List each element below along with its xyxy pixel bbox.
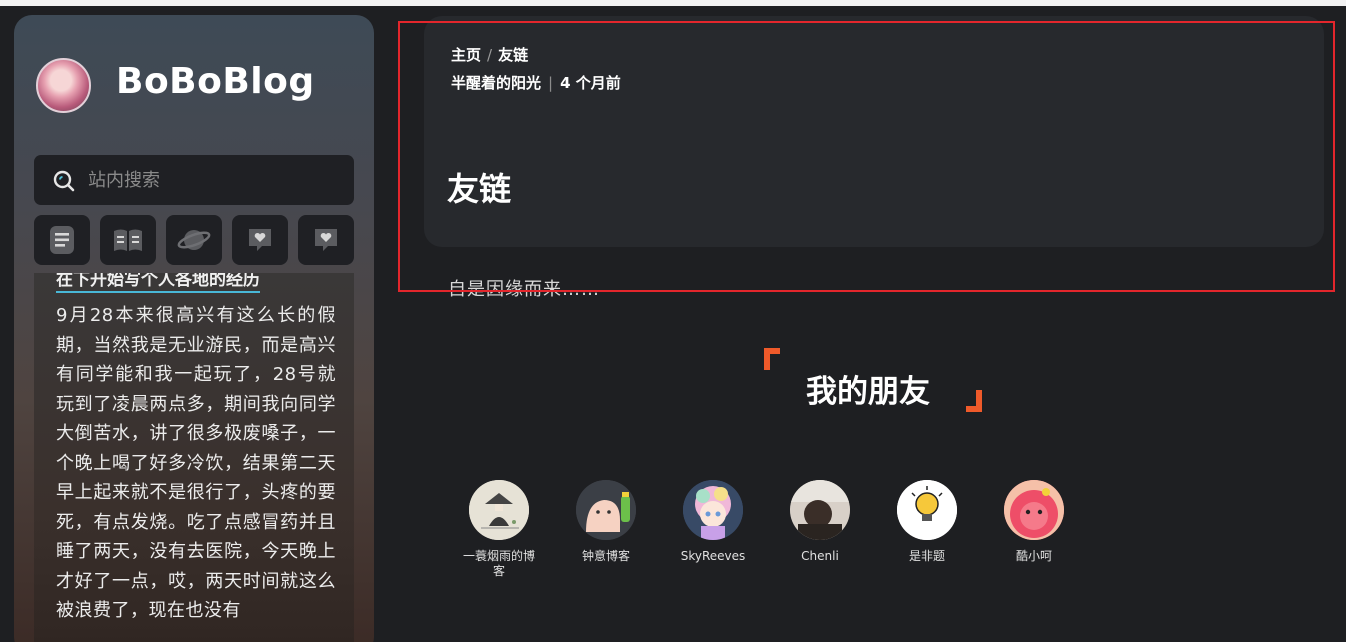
breadcrumb-home[interactable]: 主页	[451, 46, 481, 64]
page-header-card: 主页 / 友链 半醒着的阳光 | 4 个月前 友链	[424, 16, 1324, 247]
post-meta: 半醒着的阳光 | 4 个月前	[451, 72, 621, 93]
friend-card[interactable]: 酷小呵	[989, 480, 1079, 564]
friends-section-title: 我的朋友	[806, 374, 930, 410]
bracket-right-decoration	[966, 390, 982, 412]
friend-avatar[interactable]	[683, 480, 743, 540]
intro-text: 自是因缘而来……	[448, 279, 600, 300]
breadcrumb-separator: /	[487, 46, 493, 64]
friend-avatar[interactable]	[897, 480, 957, 540]
heart-chat-icon[interactable]	[232, 215, 288, 265]
search-icon	[53, 170, 75, 192]
author-name[interactable]: 半醒着的阳光	[451, 74, 541, 92]
friend-name[interactable]: 钟意博客	[566, 549, 646, 564]
friend-name[interactable]: 一蓑烟雨的博客	[459, 549, 539, 579]
friend-avatar[interactable]	[576, 480, 636, 540]
breadcrumb: 主页 / 友链	[451, 44, 528, 65]
friend-card[interactable]: 是非题	[882, 480, 972, 564]
search-input[interactable]	[88, 165, 338, 195]
sidebar-icon-row	[34, 215, 374, 267]
bracket-left-decoration	[764, 348, 780, 370]
friend-name[interactable]: 是非题	[887, 549, 967, 564]
search-box[interactable]	[34, 155, 354, 205]
friend-avatar[interactable]	[469, 480, 529, 540]
friend-card[interactable]: Chenli	[775, 480, 865, 564]
friend-card[interactable]: SkyReeves	[668, 480, 758, 564]
heart-chat-icon[interactable]	[298, 215, 354, 265]
planet-icon[interactable]	[166, 215, 222, 265]
post-time: 4 个月前	[560, 74, 621, 92]
friend-avatar[interactable]	[790, 480, 850, 540]
friend-card[interactable]: 钟意博客	[561, 480, 651, 564]
friend-name[interactable]: SkyReeves	[673, 549, 753, 564]
avatar[interactable]	[36, 58, 91, 113]
site-brand[interactable]: BoBoBlog	[116, 61, 315, 102]
page-title: 友链	[447, 170, 512, 208]
post-heading[interactable]: 在下开始写个人各地的经历	[56, 273, 260, 293]
browser-top-strip	[0, 0, 1346, 6]
sidebar-post-preview: 在下开始写个人各地的经历 9月28本来很高兴有这么长的假期，当然我是无业游民，而…	[34, 273, 354, 642]
friend-name[interactable]: Chenli	[780, 549, 860, 564]
friend-name[interactable]: 酷小呵	[994, 549, 1074, 564]
post-text: 9月28本来很高兴有这么长的假期，当然我是无业游民，而是高兴有同学能和我一起玩了…	[56, 305, 336, 621]
document-icon[interactable]	[34, 215, 90, 265]
friend-avatar[interactable]	[1004, 480, 1064, 540]
sidebar: BoBoBlog 在下开始写个人各地的经历 9月28本来很高兴有这么长的假期，当…	[14, 15, 374, 642]
meta-separator: |	[548, 74, 554, 92]
friend-card[interactable]: 一蓑烟雨的博客	[454, 480, 544, 579]
breadcrumb-current[interactable]: 友链	[498, 46, 528, 64]
book-icon[interactable]	[100, 215, 156, 265]
